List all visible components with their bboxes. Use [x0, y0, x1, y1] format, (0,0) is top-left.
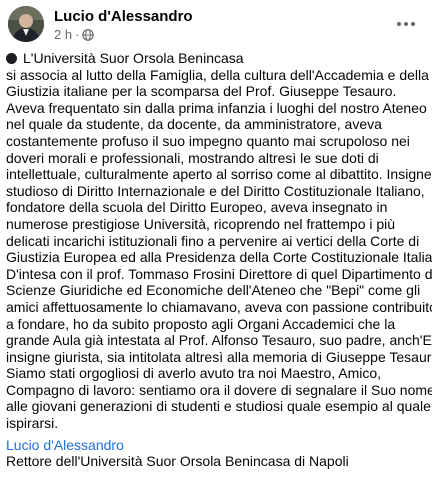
post-line: a fondare, ho da subito proposto agli Or…	[6, 315, 396, 332]
profile-photo	[8, 6, 44, 42]
post-line: delicati incarichi istituzionali fino a …	[6, 232, 420, 249]
post-line-text: L'Università Suor Orsola Benincasa	[23, 50, 244, 66]
post-header: Lucio d'Alessandro 2 h ·	[0, 0, 432, 50]
post-line: numerose prestigiose Università, ricopre…	[6, 215, 396, 232]
post-line: si associa al lutto della Famiglia, dell…	[6, 66, 429, 83]
avatar[interactable]	[8, 6, 44, 42]
post-line: D'intesa con il prof. Tommaso Frosini Di…	[6, 265, 432, 282]
black-circle-icon	[6, 53, 17, 64]
post-line: insigne giurista, sia intitolata altresì…	[6, 348, 432, 365]
post-line: alle giovani generazioni di studenti e s…	[6, 398, 431, 415]
post-line: Giustizia italiane per la scomparsa del …	[6, 83, 397, 100]
post-line: Aveva frequentato sin dalla prima infanz…	[6, 99, 427, 116]
post-line: nel quale da studente, da docente, da am…	[6, 116, 382, 133]
post-line: doveri morali e professionali, mostrando…	[6, 149, 379, 166]
author-name[interactable]: Lucio d'Alessandro	[54, 8, 193, 25]
post-line: ispirarsi.	[6, 415, 59, 432]
post-body: L'Università Suor Orsola Benincasa si as…	[6, 50, 432, 470]
post-line: costantemente profuso il suo impegno qua…	[6, 132, 410, 149]
post-line: grande Aula già intestata al Prof. Alfon…	[6, 332, 432, 349]
more-options-button[interactable]	[390, 8, 422, 40]
post-line: fondatore della scuola del Diritto Europ…	[6, 199, 388, 216]
globe-icon	[82, 28, 95, 41]
post-line: amici affettuosamente lo chiamavano, ave…	[6, 298, 432, 315]
signature-role: Rettore dell'Università Suor Orsola Beni…	[6, 453, 349, 470]
post-line: intellettuale, culturalmente aperto al s…	[6, 166, 432, 183]
post-line: L'Università Suor Orsola Benincasa	[6, 50, 428, 67]
more-horizontal-icon	[397, 22, 415, 26]
signature-name-link[interactable]: Lucio d'Alessandro	[6, 437, 428, 454]
post-meta: 2 h ·	[54, 27, 95, 42]
post-line: Scienze Giuridiche ed Economiche dell'At…	[6, 282, 421, 299]
post-line: Compagno di lavoro: sentiamo ora il dove…	[6, 381, 432, 398]
meta-separator: ·	[75, 27, 80, 42]
post-line: studioso di Diritto Internazionale e del…	[6, 182, 425, 199]
post-line: Siamo stati orgogliosi di averlo avuto t…	[6, 365, 382, 382]
post-line: Giustizia Europea ed alla Presidenza del…	[6, 249, 432, 266]
post-time[interactable]: 2 h	[54, 27, 72, 42]
